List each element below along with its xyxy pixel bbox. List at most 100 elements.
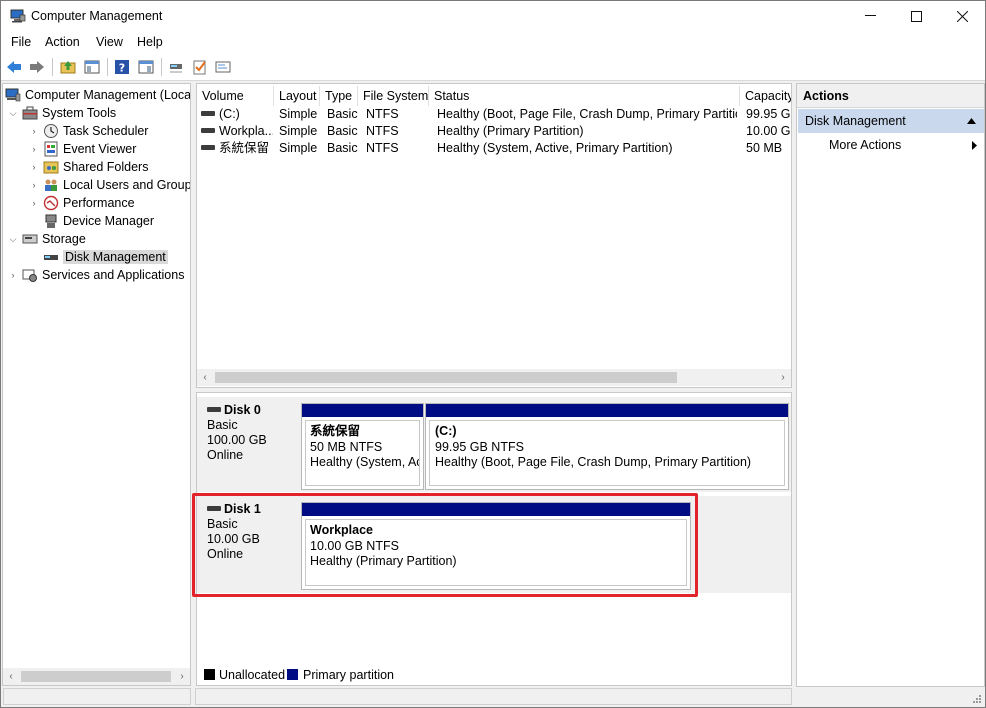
scrollbar-thumb[interactable]: [21, 671, 171, 682]
partition-system-reserved[interactable]: 系統保留 50 MB NTFS Healthy (System, Act: [301, 403, 424, 490]
volume-status: Healthy (Primary Partition): [437, 124, 584, 138]
scrollbar-thumb[interactable]: [215, 372, 677, 383]
close-button[interactable]: [939, 1, 985, 31]
toolbox-icon: [22, 105, 38, 121]
maximize-button[interactable]: [893, 1, 939, 31]
tree-item-services-applications[interactable]: › Services and Applications: [7, 266, 184, 284]
tree-item-task-scheduler[interactable]: › Task Scheduler: [28, 122, 148, 140]
column-header-file-system[interactable]: File System: [358, 86, 429, 106]
partition-name: 系統保留: [310, 424, 361, 438]
volume-name: 系統保留: [219, 141, 270, 155]
partition-size: 99.95 GB NTFS: [435, 439, 524, 454]
storage-icon: [22, 231, 38, 247]
clock-icon: [43, 123, 59, 139]
close-icon: [956, 10, 968, 22]
checklist-button[interactable]: [191, 58, 209, 76]
chevron-down-icon[interactable]: ⌵: [7, 234, 19, 245]
column-header-layout[interactable]: Layout: [274, 86, 320, 106]
disk-name: Disk 0: [224, 403, 261, 417]
chevron-right-icon: [972, 141, 977, 150]
scroll-left-icon[interactable]: ‹: [3, 669, 19, 684]
volume-list-horizontal-scrollbar[interactable]: ‹ ›: [197, 369, 791, 386]
help-button[interactable]: ?: [113, 58, 131, 76]
menu-file[interactable]: File: [11, 35, 31, 49]
show-hide-tree-button[interactable]: [83, 58, 101, 76]
tree-item-storage[interactable]: ⌵ Storage: [7, 230, 86, 248]
actions-section-disk-management[interactable]: Disk Management: [798, 109, 984, 133]
tree-label: Local Users and Groups: [63, 178, 191, 192]
status-cell: [3, 688, 191, 705]
scroll-right-icon[interactable]: ›: [775, 370, 791, 385]
tree-label: Disk Management: [63, 250, 168, 264]
window-title: Computer Management: [31, 9, 163, 23]
users-icon: [43, 177, 59, 193]
volume-icon: [201, 128, 215, 134]
chevron-right-icon[interactable]: ›: [28, 198, 40, 208]
chevron-right-icon[interactable]: ›: [28, 162, 40, 172]
disk-type: Basic: [207, 418, 238, 432]
volume-layout: Simple: [279, 124, 318, 138]
tree-item-disk-management[interactable]: Disk Management: [43, 248, 168, 266]
tree-item-computer-management[interactable]: Computer Management (Local: [5, 86, 190, 104]
connect-icon: [170, 64, 182, 73]
checklist-icon: [193, 60, 206, 75]
tree-horizontal-scrollbar[interactable]: ‹ ›: [3, 668, 190, 685]
chevron-right-icon[interactable]: ›: [28, 180, 40, 190]
minimize-icon: [864, 15, 876, 16]
connect-button[interactable]: [167, 58, 185, 76]
menu-view[interactable]: View: [96, 35, 123, 49]
tree-label: Storage: [42, 232, 86, 246]
collapse-up-icon[interactable]: [967, 118, 976, 124]
column-header-volume[interactable]: Volume: [197, 86, 274, 106]
volume-type: Basic: [327, 124, 358, 138]
column-header-type[interactable]: Type: [320, 86, 358, 106]
settings-icon: [215, 61, 231, 73]
disk-management-icon: [43, 249, 59, 265]
minimize-button[interactable]: [847, 1, 893, 31]
tree-item-local-users-groups[interactable]: › Local Users and Groups: [28, 176, 191, 194]
column-header-capacity[interactable]: Capacity: [740, 86, 791, 106]
tree-item-device-manager[interactable]: Device Manager: [43, 212, 154, 230]
settings-button[interactable]: [214, 58, 232, 76]
disk-row-disk-0[interactable]: Disk 0 Basic 100.00 GB Online 系統保留 50 MB…: [197, 397, 791, 492]
volume-capacity: 10.00 GB: [746, 124, 791, 138]
chevron-right-icon[interactable]: ›: [28, 144, 40, 154]
back-button[interactable]: [5, 58, 23, 76]
chevron-right-icon[interactable]: ›: [28, 126, 40, 136]
tree-item-performance[interactable]: › Performance: [28, 194, 135, 212]
volume-layout: Simple: [279, 107, 318, 121]
column-header-status[interactable]: Status: [429, 86, 740, 106]
scroll-right-icon[interactable]: ›: [174, 669, 190, 684]
menu-bar: File Action View Help: [1, 31, 985, 53]
legend-primary-partition: Primary partition: [303, 668, 394, 682]
up-folder-button[interactable]: [59, 58, 77, 76]
disk-state: Online: [207, 448, 244, 462]
shared-folder-icon: [43, 159, 59, 175]
tree-item-event-viewer[interactable]: › Event Viewer: [28, 140, 136, 158]
tree-item-shared-folders[interactable]: › Shared Folders: [28, 158, 149, 176]
actions-title: Actions: [797, 84, 984, 108]
forward-button[interactable]: [28, 58, 46, 76]
chevron-down-icon[interactable]: ⌵: [7, 108, 19, 119]
status-bar: [1, 687, 985, 707]
tree-label: System Tools: [42, 106, 117, 120]
chevron-right-icon[interactable]: ›: [7, 270, 19, 280]
properties-pane-button[interactable]: [137, 58, 155, 76]
more-actions-item[interactable]: More Actions: [829, 138, 901, 152]
tree-item-system-tools[interactable]: ⌵ System Tools: [7, 104, 117, 122]
partition-status: Healthy (Boot, Page File, Crash Dump, Pr…: [435, 455, 752, 469]
volume-name: Workpla...: [219, 124, 273, 138]
disk-size: 100.00 GB: [207, 433, 267, 447]
menu-action[interactable]: Action: [45, 35, 80, 49]
computer-management-icon: [5, 87, 21, 103]
partition-c-drive[interactable]: (C:) 99.95 GB NTFS Healthy (Boot, Page F…: [425, 403, 789, 490]
volume-icon: [201, 111, 215, 117]
actions-pane: Actions Disk Management More Actions: [796, 83, 985, 687]
performance-icon: [43, 195, 59, 211]
menu-help[interactable]: Help: [137, 35, 163, 49]
scroll-left-icon[interactable]: ‹: [197, 370, 213, 385]
services-icon: [22, 267, 38, 283]
svg-text:?: ?: [119, 62, 125, 75]
resize-grip-icon[interactable]: [970, 692, 982, 704]
tree-label: Services and Applications: [42, 268, 185, 282]
